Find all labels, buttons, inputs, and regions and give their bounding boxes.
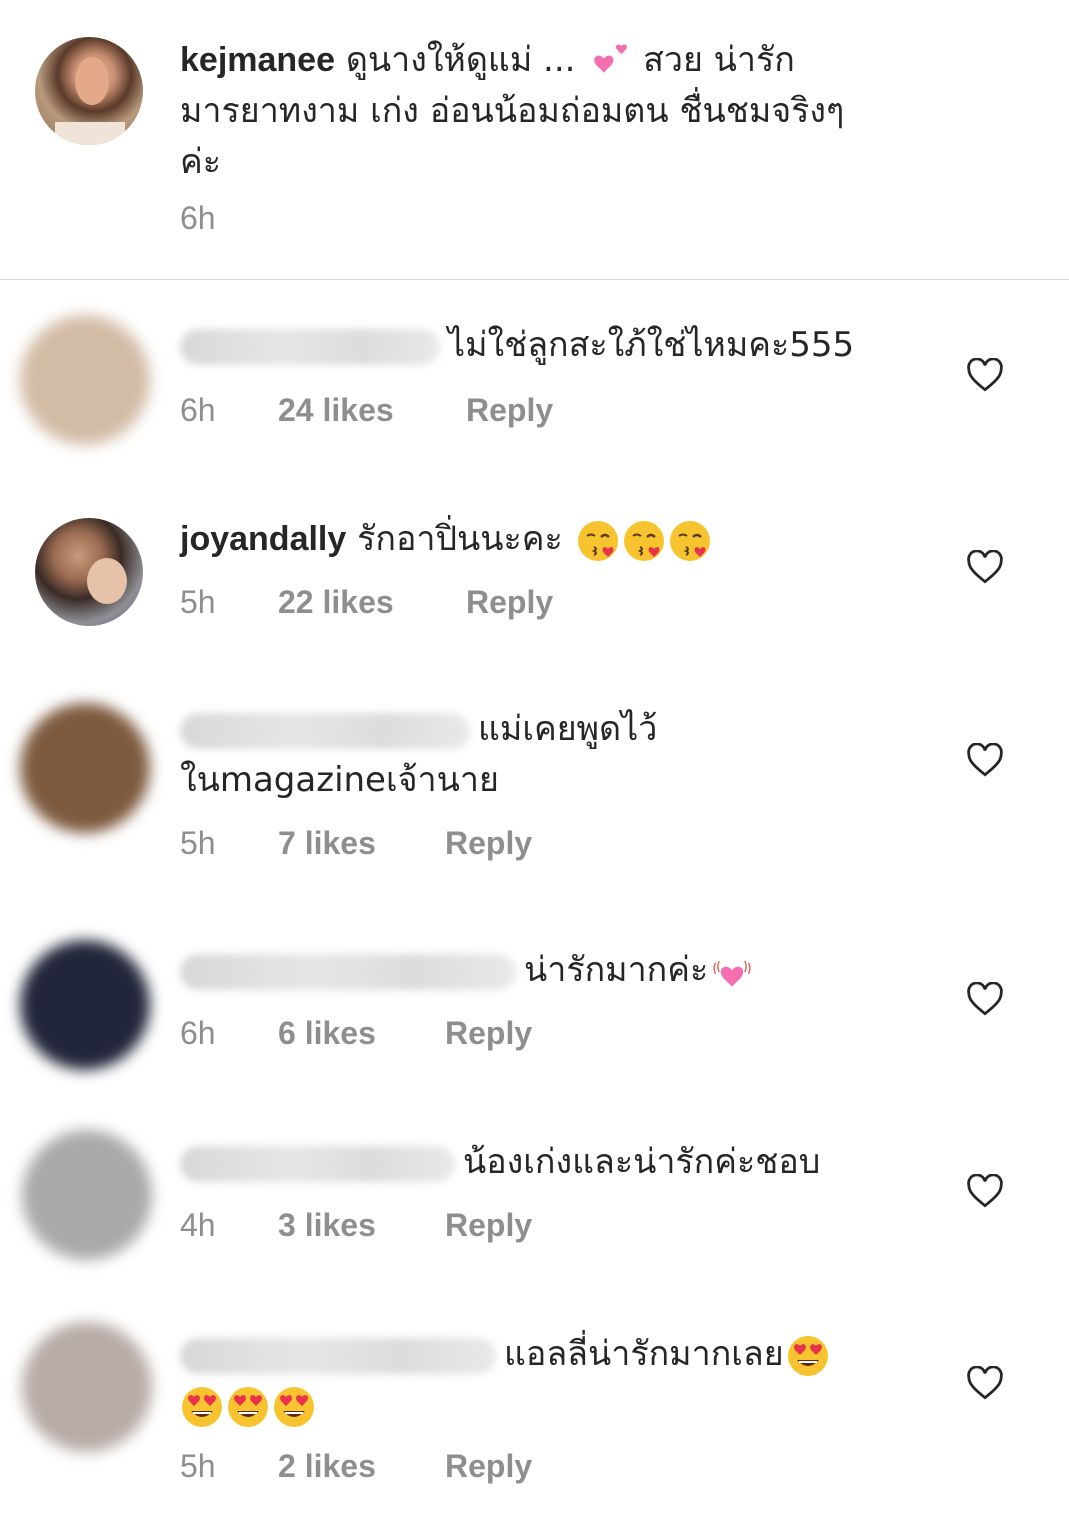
reply-button[interactable]: Reply: [445, 825, 532, 862]
comment-text: joyandally รักอาปิ่นนะคะ: [180, 514, 712, 565]
blurred-username[interactable]: [180, 328, 440, 365]
divider: [0, 279, 1069, 280]
timestamp: 6h: [180, 392, 216, 428]
timestamp: 5h: [180, 1448, 216, 1484]
kissing-face-icon: [622, 519, 666, 563]
likes-count[interactable]: 22 likes: [278, 584, 394, 621]
timestamp: 4h: [180, 1207, 216, 1243]
avatar[interactable]: [35, 37, 143, 145]
heart-icon[interactable]: [966, 358, 1004, 392]
kissing-face-icon: [576, 519, 620, 563]
reply-button[interactable]: Reply: [445, 1015, 532, 1052]
timestamp: 6h: [180, 1015, 216, 1051]
likes-count[interactable]: 2 likes: [278, 1448, 376, 1485]
heart-icon[interactable]: [966, 1366, 1004, 1400]
avatar[interactable]: [20, 315, 150, 445]
avatar[interactable]: [20, 703, 150, 833]
timestamp: 5h: [180, 825, 216, 861]
heart-icon[interactable]: [966, 982, 1004, 1016]
reply-button[interactable]: Reply: [466, 392, 553, 429]
comment-text: แอลลี่น่ารักมากเลย: [180, 1329, 830, 1431]
heart-icon[interactable]: [966, 550, 1004, 584]
heart-icon[interactable]: [966, 743, 1004, 777]
timestamp: 5h: [180, 584, 216, 620]
comment-text: แม่เคยพูดไว้ ในmagazineเจ้านาย: [180, 709, 658, 800]
heart-eyes-face-icon: [272, 1385, 316, 1429]
caption-username[interactable]: kejmanee: [180, 41, 335, 79]
reply-button[interactable]: Reply: [445, 1207, 532, 1244]
avatar[interactable]: [20, 940, 150, 1070]
comment-text: น้องเก่งและน่ารักค่ะชอบ: [180, 1137, 820, 1188]
comment-username[interactable]: joyandally: [180, 520, 346, 558]
heart-eyes-face-icon: [180, 1385, 224, 1429]
likes-count[interactable]: 24 likes: [278, 392, 394, 429]
caption-text: kejmanee ดูนางให้ดูแม่ ... สวย น่ารัก มา…: [180, 40, 845, 182]
heart-eyes-face-icon: [226, 1385, 270, 1429]
blurred-username[interactable]: [180, 1145, 455, 1182]
blurred-username[interactable]: [180, 953, 516, 990]
comment-text: ไม่ใช่ลูกสะใภ้ใช่ไหมคะ555: [180, 320, 854, 371]
avatar[interactable]: [22, 1322, 152, 1452]
blurred-username[interactable]: [180, 712, 470, 749]
comment-text: น่ารักมากค่ะ: [180, 945, 754, 996]
vibrating-heart-icon: [710, 950, 754, 994]
kissing-face-icon: [668, 519, 712, 563]
heart-icon[interactable]: [966, 1174, 1004, 1208]
reply-button[interactable]: Reply: [445, 1448, 532, 1485]
avatar[interactable]: [22, 1130, 152, 1260]
likes-count[interactable]: 6 likes: [278, 1015, 376, 1052]
heart-eyes-face-icon: [786, 1334, 830, 1378]
likes-count[interactable]: 7 likes: [278, 825, 376, 862]
blurred-username[interactable]: [180, 1337, 496, 1374]
reply-button[interactable]: Reply: [466, 584, 553, 621]
likes-count[interactable]: 3 likes: [278, 1207, 376, 1244]
two-hearts-icon: [588, 40, 632, 84]
timestamp: 6h: [180, 200, 216, 236]
caption: kejmanee ดูนางให้ดูแม่ ... สวย น่ารัก มา…: [0, 0, 1069, 280]
avatar[interactable]: [35, 518, 143, 626]
